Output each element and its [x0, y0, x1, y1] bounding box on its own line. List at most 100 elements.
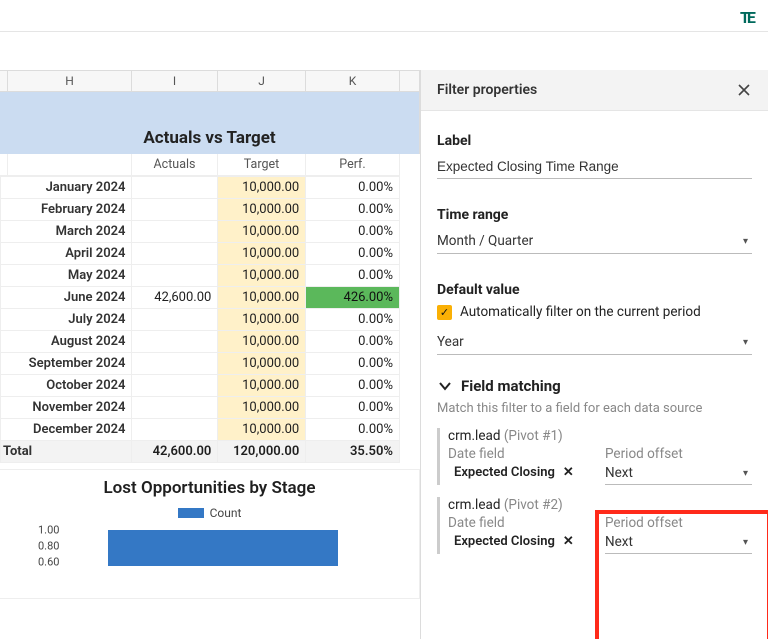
cell-actual[interactable]: [132, 353, 218, 375]
cell-total-perf[interactable]: 35.50%: [306, 441, 400, 463]
cell-perf[interactable]: 426.00%: [306, 287, 400, 309]
cell-month[interactable]: December 2024: [1, 419, 132, 441]
cell-target[interactable]: 10,000.00: [218, 265, 306, 287]
cell-target[interactable]: 10,000.00: [218, 309, 306, 331]
cell-target[interactable]: 10,000.00: [218, 221, 306, 243]
cell-perf[interactable]: 0.00%: [306, 177, 400, 199]
cell-month[interactable]: June 2024: [1, 287, 132, 309]
cell-perf[interactable]: 0.00%: [306, 309, 400, 331]
table-row[interactable]: April 2024 10,000.000.00%: [1, 243, 400, 265]
cell-perf[interactable]: 0.00%: [306, 375, 400, 397]
date-field-pill[interactable]: Expected Closing✕: [448, 531, 578, 552]
period-offset-label: Period offset: [605, 515, 752, 531]
table-row[interactable]: March 2024 10,000.000.00%: [1, 221, 400, 243]
checkbox-checked-icon[interactable]: ✓: [437, 305, 452, 320]
cell-target[interactable]: 10,000.00: [218, 397, 306, 419]
cell-perf[interactable]: 0.00%: [306, 397, 400, 419]
cell-actual[interactable]: [132, 397, 218, 419]
caret-down-icon: ▾: [743, 537, 748, 548]
label-input[interactable]: [437, 155, 752, 179]
cell-perf[interactable]: 0.00%: [306, 419, 400, 441]
cell-total-actual[interactable]: 42,600.00: [132, 441, 218, 463]
column-headers: H I J K: [0, 70, 420, 92]
cell-actual[interactable]: [132, 331, 218, 353]
title-row[interactable]: Actuals vs Target: [0, 92, 420, 154]
cell-target[interactable]: 10,000.00: [218, 199, 306, 221]
auto-filter-row[interactable]: ✓ Automatically filter on the current pe…: [437, 304, 752, 320]
cell-month[interactable]: September 2024: [1, 353, 132, 375]
cell-month[interactable]: November 2024: [1, 397, 132, 419]
close-icon[interactable]: [736, 82, 752, 98]
cell-actual[interactable]: [132, 221, 218, 243]
table-row[interactable]: May 2024 10,000.000.00%: [1, 265, 400, 287]
data-table[interactable]: January 202410,000.000.00%February 20241…: [0, 176, 400, 463]
cell-perf[interactable]: 0.00%: [306, 243, 400, 265]
col-header-k[interactable]: K: [306, 71, 400, 91]
cell-actual[interactable]: [132, 309, 218, 331]
cell-target[interactable]: 10,000.00: [218, 177, 306, 199]
cell-actual[interactable]: [132, 419, 218, 441]
cell-target[interactable]: 10,000.00: [218, 287, 306, 309]
chart-title: Lost Opportunities by Stage: [8, 478, 411, 498]
field-matching-title: Field matching: [461, 377, 561, 395]
date-field-pill[interactable]: Expected Closing✕: [448, 462, 578, 483]
cell-month[interactable]: April 2024: [1, 243, 132, 265]
cell-perf[interactable]: 0.00%: [306, 353, 400, 375]
table-row[interactable]: September 2024 10,000.000.00%: [1, 353, 400, 375]
cell-actual[interactable]: [132, 375, 218, 397]
cell-month[interactable]: January 2024: [1, 177, 132, 199]
table-row[interactable]: February 2024 10,000.000.00%: [1, 199, 400, 221]
period-offset-select[interactable]: Next▾: [605, 531, 752, 554]
period-offset-select[interactable]: Next▾: [605, 462, 752, 485]
table-row[interactable]: January 2024 10,000.000.00%: [1, 177, 400, 199]
table-row[interactable]: August 2024 10,000.000.00%: [1, 331, 400, 353]
col-target[interactable]: Target: [218, 154, 306, 176]
col-header-h[interactable]: H: [8, 71, 132, 91]
cell-month[interactable]: July 2024: [1, 309, 132, 331]
cell-perf[interactable]: 0.00%: [306, 199, 400, 221]
chart-card[interactable]: Lost Opportunities by Stage Count 1.00 0…: [0, 469, 420, 599]
year-select[interactable]: Year ▾: [437, 330, 752, 355]
table-row[interactable]: December 2024 10,000.000.00%: [1, 419, 400, 441]
cell-month[interactable]: October 2024: [1, 375, 132, 397]
table-row[interactable]: July 2024 10,000.000.00%: [1, 309, 400, 331]
cell-actual[interactable]: [132, 265, 218, 287]
cell-perf[interactable]: 0.00%: [306, 265, 400, 287]
panel-title: Filter properties: [437, 82, 537, 98]
period-offset-label: Period offset: [605, 446, 752, 462]
cell-target[interactable]: 10,000.00: [218, 419, 306, 441]
table-row[interactable]: October 2024 10,000.000.00%: [1, 375, 400, 397]
col-header-g[interactable]: [0, 71, 8, 91]
field-matching-toggle[interactable]: Field matching: [437, 377, 752, 395]
cell-total-label[interactable]: Total: [1, 441, 132, 463]
table-row[interactable]: November 2024 10,000.000.00%: [1, 397, 400, 419]
cell-month[interactable]: May 2024: [1, 265, 132, 287]
total-row[interactable]: Total42,600.00120,000.0035.50%: [1, 441, 400, 463]
cell-month[interactable]: February 2024: [1, 199, 132, 221]
table-row[interactable]: June 202442,600.0010,000.00426.00%: [1, 287, 400, 309]
cell-actual[interactable]: 42,600.00: [132, 287, 218, 309]
cell-target[interactable]: 10,000.00: [218, 353, 306, 375]
cell-total-target[interactable]: 120,000.00: [218, 441, 306, 463]
panel-body: Label Time range Month / Quarter ▾ Defau…: [421, 111, 768, 582]
clear-icon[interactable]: ✕: [563, 534, 574, 549]
cell-actual[interactable]: [132, 199, 218, 221]
timerange-value: Month / Quarter: [437, 233, 533, 249]
cell-month[interactable]: August 2024: [1, 331, 132, 353]
cell-target[interactable]: 10,000.00: [218, 375, 306, 397]
cell-actual[interactable]: [132, 243, 218, 265]
cell-perf[interactable]: 0.00%: [306, 221, 400, 243]
cell-month[interactable]: March 2024: [1, 221, 132, 243]
cell-perf[interactable]: 0.00%: [306, 331, 400, 353]
timerange-select[interactable]: Month / Quarter ▾: [437, 229, 752, 254]
clear-icon[interactable]: ✕: [563, 465, 574, 480]
col-perf[interactable]: Perf.: [306, 154, 400, 176]
label-heading: Label: [437, 133, 752, 149]
ytick-1: 0.80: [38, 540, 59, 553]
cell-target[interactable]: 10,000.00: [218, 331, 306, 353]
col-header-i[interactable]: I: [132, 71, 218, 91]
cell-actual[interactable]: [132, 177, 218, 199]
cell-target[interactable]: 10,000.00: [218, 243, 306, 265]
col-header-j[interactable]: J: [218, 71, 306, 91]
col-actuals[interactable]: Actuals: [132, 154, 218, 176]
